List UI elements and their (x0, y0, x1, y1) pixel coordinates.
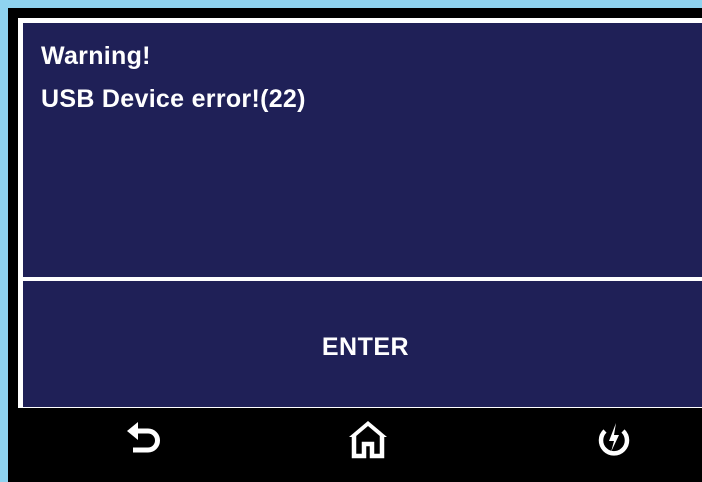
message-area: Warning! USB Device error!(22) (23, 23, 702, 277)
home-button[interactable] (328, 408, 408, 472)
power-button[interactable] (574, 408, 654, 472)
error-message: USB Device error!(22) (41, 85, 306, 113)
navigation-bar (8, 408, 702, 482)
warning-dialog: Warning! USB Device error!(22) ENTER (18, 18, 702, 412)
warning-title: Warning! (41, 42, 151, 70)
enter-button[interactable]: ENTER (23, 281, 702, 407)
back-button[interactable] (104, 408, 184, 472)
power-icon (598, 423, 630, 456)
enter-button-label: ENTER (321, 333, 410, 361)
back-arrow-icon (127, 422, 160, 453)
home-icon (349, 421, 387, 459)
